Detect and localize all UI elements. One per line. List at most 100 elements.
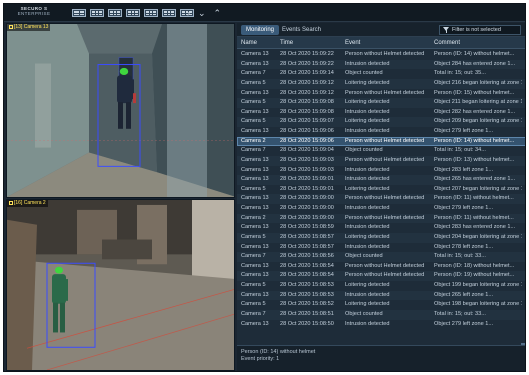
cell-time: 28 Oct 2020 15:09:22 xyxy=(280,60,334,67)
table-row[interactable]: Camera 13 28 Oct 2020 15:09:22 Intrusion d… xyxy=(237,59,525,70)
filter-icon xyxy=(443,27,449,33)
cell-event: Person without Helmet detected xyxy=(345,137,425,144)
cell-time: 28 Oct 2020 15:09:03 xyxy=(280,156,334,163)
cell-comment: Object 284 has entered zone 1... xyxy=(434,60,516,67)
table-row[interactable]: Camera 13 28 Oct 2020 15:09:03 Person with… xyxy=(237,155,525,166)
table-row[interactable]: Camera 7 28 Oct 2020 15:09:04 Object count… xyxy=(237,146,525,156)
column-header-event[interactable]: Event xyxy=(345,37,433,49)
cell-time: 28 Oct 2020 15:08:53 xyxy=(280,282,334,288)
cell-comment: Object 279 left zone 1... xyxy=(434,128,494,134)
cell-event: Loitering detected xyxy=(345,301,390,308)
table-row[interactable]: Camera 7 28 Oct 2020 15:08:51 Object count… xyxy=(237,309,525,320)
video-pane-camera-13[interactable]: [13] Camera 13 xyxy=(6,23,235,198)
cell-name: Camera 13 xyxy=(241,176,269,183)
video-pane-camera-2[interactable]: [16] Camera 2 xyxy=(6,199,235,371)
table-row[interactable]: Camera 13 28 Oct 2020 15:09:22 Person with… xyxy=(237,50,525,60)
cell-name: Camera 5 xyxy=(241,301,266,308)
layout-button-3x3b[interactable] xyxy=(126,9,140,17)
table-row[interactable]: Camera 13 28 Oct 2020 15:09:06 Intrusion d… xyxy=(237,127,525,137)
cell-name: Camera 5 xyxy=(241,185,266,192)
cell-event: Loitering detected xyxy=(345,282,390,288)
top-toolbar: SECURO S ENTERPRISE › ⌄ ⌃ xyxy=(4,4,525,22)
table-row[interactable]: Camera 13 28 Oct 2020 15:09:12 Person with… xyxy=(237,89,525,99)
cell-comment: Person (ID: 14) without helmet... xyxy=(434,51,515,57)
cell-time: 28 Oct 2020 15:09:00 xyxy=(280,214,334,221)
cell-name: Camera 13 xyxy=(241,166,269,173)
table-row[interactable]: Camera 13 28 Oct 2020 15:09:08 Intrusion d… xyxy=(237,108,525,118)
cell-name: Camera 13 xyxy=(241,262,269,269)
events-table-body: Camera 13 28 Oct 2020 15:09:22 Person with… xyxy=(237,50,525,342)
cell-event: Intrusion detected xyxy=(345,291,390,298)
filter-dropdown[interactable]: Filter is not selected xyxy=(439,25,521,35)
cell-comment: Total in: 15; out: 34... xyxy=(434,147,486,154)
cell-time: 28 Oct 2020 15:08:53 xyxy=(280,291,334,298)
cell-comment: Person (ID: 19) without helmet... xyxy=(434,272,515,279)
cell-comment: Object 209 began loitering at zone 1... xyxy=(434,118,522,125)
cell-time: 28 Oct 2020 15:08:54 xyxy=(280,262,334,269)
layout-button-3x3a[interactable] xyxy=(108,9,122,17)
cell-comment: Person (ID: 13) without helmet... xyxy=(434,156,515,163)
cell-name: Camera 13 xyxy=(241,272,269,279)
table-row[interactable]: Camera 13 28 Oct 2020 15:09:00 Intrusion d… xyxy=(237,204,525,214)
layout-button-2x2[interactable] xyxy=(72,9,86,17)
cell-time: 28 Oct 2020 15:09:04 xyxy=(280,147,334,154)
cell-event: Intrusion detected xyxy=(345,60,390,67)
cell-event: Loitering detected xyxy=(345,233,390,240)
table-row[interactable]: Camera 5 28 Oct 2020 15:09:01 Loitering de… xyxy=(237,185,525,195)
table-row[interactable]: Camera 13 28 Oct 2020 15:08:53 Intrusion d… xyxy=(237,290,525,301)
table-row[interactable]: Camera 13 28 Oct 2020 15:08:59 Intrusion d… xyxy=(237,223,525,233)
layout-button-3x3c[interactable] xyxy=(144,9,158,17)
chevron-right-icon[interactable]: › xyxy=(187,7,190,19)
filter-text: Filter is not selected xyxy=(452,27,501,33)
table-row[interactable]: Camera 7 28 Oct 2020 15:08:56 Object count… xyxy=(237,252,525,262)
column-header-name[interactable]: Name xyxy=(241,37,277,49)
cell-time: 28 Oct 2020 15:09:00 xyxy=(280,205,334,211)
layout-button-3x2[interactable] xyxy=(90,9,104,17)
cell-name: Camera 5 xyxy=(241,282,266,288)
cell-time: 28 Oct 2020 15:09:08 xyxy=(280,99,334,106)
table-row[interactable]: Camera 13 28 Oct 2020 15:08:57 Intrusion d… xyxy=(237,243,525,253)
cell-time: 28 Oct 2020 15:08:52 xyxy=(280,301,334,308)
table-row[interactable]: Camera 13 28 Oct 2020 15:09:03 Intrusion d… xyxy=(237,166,525,176)
chevron-up-icon[interactable]: ⌃ xyxy=(214,7,222,19)
table-row[interactable]: Camera 5 28 Oct 2020 15:08:57 Loitering de… xyxy=(237,232,525,243)
cell-comment: Object 279 left zone 1... xyxy=(434,205,494,211)
cell-name: Camera 2 xyxy=(241,137,266,144)
table-row[interactable]: Camera 5 28 Oct 2020 15:08:52 Loitering de… xyxy=(237,300,525,310)
cell-comment: Object 278 left zone 1... xyxy=(434,243,494,250)
cell-time: 28 Oct 2020 15:08:59 xyxy=(280,224,334,231)
event-details: Person (ID: 14) without helmet Event pri… xyxy=(237,345,525,371)
cell-comment: Object 279 left zone 1... xyxy=(434,320,494,327)
cell-event: Intrusion detected xyxy=(345,243,390,250)
cell-event: Person without Helmet detected xyxy=(345,156,425,163)
chevron-down-icon[interactable]: ⌄ xyxy=(198,7,206,19)
table-row[interactable]: Camera 5 28 Oct 2020 15:09:07 Loitering de… xyxy=(237,117,525,127)
table-row[interactable]: Camera 13 28 Oct 2020 15:08:54 Person with… xyxy=(237,271,525,281)
cell-comment: Object 283 has entered zone 1... xyxy=(434,224,516,231)
cell-name: Camera 13 xyxy=(241,156,269,163)
table-row[interactable]: Camera 5 28 Oct 2020 15:09:12 Loitering de… xyxy=(237,78,525,89)
table-row[interactable]: Camera 5 28 Oct 2020 15:09:08 Loitering de… xyxy=(237,98,525,108)
table-row[interactable]: Camera 13 28 Oct 2020 15:08:50 Intrusion d… xyxy=(237,320,525,330)
column-header-comment[interactable]: Comment xyxy=(434,37,522,49)
table-row[interactable]: Camera 2 28 Oct 2020 15:09:00 Person witho… xyxy=(237,213,525,224)
table-row[interactable]: Camera 13 28 Oct 2020 15:09:00 Person with… xyxy=(237,194,525,204)
cell-event: Intrusion detected xyxy=(345,320,390,327)
table-row[interactable]: Camera 5 28 Oct 2020 15:08:53 Loitering de… xyxy=(237,281,525,291)
table-row[interactable]: Camera 2 28 Oct 2020 15:09:06 Person witho… xyxy=(237,136,525,147)
column-header-time[interactable]: Time xyxy=(280,37,344,49)
camera-13-frame xyxy=(7,24,234,197)
cell-event: Loitering detected xyxy=(345,99,390,106)
table-row[interactable]: Camera 13 28 Oct 2020 15:08:54 Person with… xyxy=(237,262,525,272)
tab-events-search[interactable]: Events Search xyxy=(277,25,326,35)
cell-event: Intrusion detected xyxy=(345,176,390,183)
cell-event: Person without Helmet detected xyxy=(345,51,425,57)
table-row[interactable]: Camera 7 28 Oct 2020 15:09:14 Object count… xyxy=(237,69,525,79)
cell-name: Camera 13 xyxy=(241,108,269,115)
cell-comment: Object 265 has entered zone 1... xyxy=(434,176,516,183)
cell-event: Loitering detected xyxy=(345,118,390,125)
table-row[interactable]: Camera 13 28 Oct 2020 15:09:01 Intrusion d… xyxy=(237,175,525,185)
tab-monitoring[interactable]: Monitoring xyxy=(241,25,280,35)
cell-comment: Total in: 15; out: 35... xyxy=(434,70,486,77)
layout-button-3x3d[interactable] xyxy=(162,9,176,17)
